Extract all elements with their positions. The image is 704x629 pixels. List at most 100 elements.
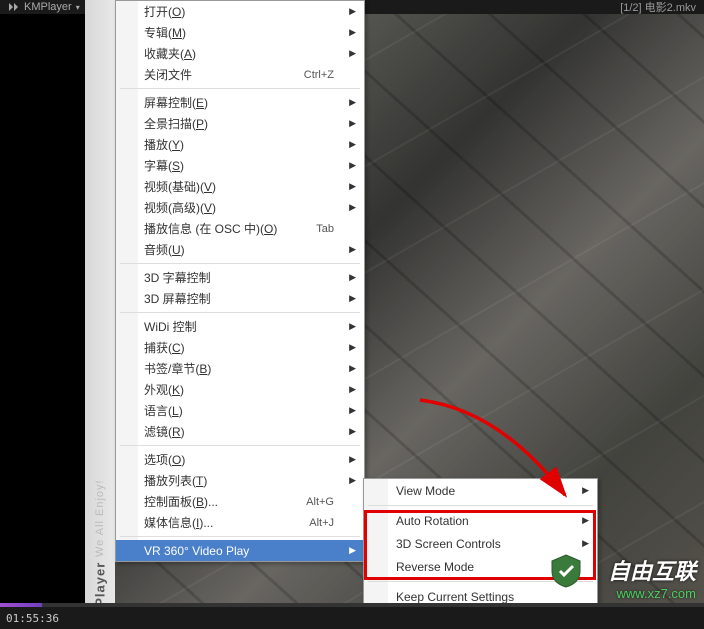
chevron-right-icon: ▶: [349, 454, 356, 465]
menu-item-27[interactable]: 媒体信息(I)...Alt+J: [116, 512, 364, 533]
menu-item-label: 外观(K): [144, 381, 184, 398]
submenu-item-label: Reverse Mode: [396, 560, 474, 574]
chevron-right-icon: ▶: [349, 342, 356, 353]
submenu-item-label: Auto Rotation: [396, 514, 469, 528]
time-display: 01:55:36: [6, 612, 59, 625]
menu-item-label: 3D 字幕控制: [144, 269, 211, 286]
titlebar-left: KMPlayer ▾: [8, 1, 80, 13]
menu-item-11[interactable]: 播放信息 (在 OSC 中)(O) Tab: [116, 218, 364, 239]
menu-item-25[interactable]: 播放列表(T) ▶: [116, 470, 364, 491]
menu-item-9[interactable]: 视频(基础)(V) ▶: [116, 176, 364, 197]
menu-item-label: 视频(基础)(V): [144, 178, 216, 195]
menu-item-label: 收藏夹(A): [144, 45, 196, 62]
chevron-right-icon: ▶: [582, 538, 589, 549]
menu-item-6[interactable]: 全景扫描(P)▶: [116, 113, 364, 134]
chevron-right-icon: ▶: [349, 321, 356, 332]
menu-separator: [120, 312, 360, 313]
current-file-label: [1/2] 电影2.mkv: [620, 0, 696, 15]
menu-item-22[interactable]: 滤镜(R) ▶: [116, 421, 364, 442]
chevron-right-icon: ▶: [349, 48, 356, 59]
menu-item-label: 打开(O): [144, 3, 185, 20]
video-left-letterbox: [0, 14, 85, 607]
menu-item-label: 控制面板(B)...: [144, 493, 218, 510]
menu-item-label: 播放列表(T): [144, 472, 207, 489]
chevron-right-icon: ▶: [349, 426, 356, 437]
menu-item-26[interactable]: 控制面板(B)... Alt+G: [116, 491, 364, 512]
menu-item-24[interactable]: 选项(O) ▶: [116, 449, 364, 470]
submenu-item-label: View Mode: [396, 484, 455, 498]
dropdown-icon[interactable]: ▾: [76, 3, 80, 12]
submenu-item-label: 3D Screen Controls: [396, 537, 501, 551]
menu-item-label: 语言(L): [144, 402, 183, 419]
chevron-right-icon: ▶: [349, 405, 356, 416]
chevron-right-icon: ▶: [349, 363, 356, 374]
chevron-right-icon: ▶: [582, 485, 589, 496]
menu-item-label: 屏幕控制(E): [144, 94, 208, 111]
menu-item-18[interactable]: 捕获(C) ▶: [116, 337, 364, 358]
menu-separator: [120, 88, 360, 89]
submenu-item-label: Keep Current Settings: [396, 590, 514, 604]
submenu-item-2[interactable]: Auto Rotation ▶: [364, 509, 597, 532]
chevron-right-icon: ▶: [349, 160, 356, 171]
menu-item-label: 专辑(M): [144, 24, 186, 41]
chevron-right-icon: ▶: [349, 475, 356, 486]
menu-item-label: 3D 屏幕控制: [144, 290, 211, 307]
context-menu: 打开(O)▶专辑(M)▶收藏夹(A)▶关闭文件Ctrl+Z屏幕控制(E)▶全景扫…: [115, 0, 365, 562]
menu-item-10[interactable]: 视频(高级)(V) ▶: [116, 197, 364, 218]
menu-item-5[interactable]: 屏幕控制(E) ▶: [116, 92, 364, 113]
menu-item-0[interactable]: 打开(O)▶: [116, 1, 364, 22]
app-logo-icon: [8, 2, 20, 12]
submenu-item-0[interactable]: View Mode ▶: [364, 479, 597, 502]
chevron-right-icon: ▶: [349, 384, 356, 395]
menu-item-label: 关闭文件: [144, 66, 192, 83]
menu-item-label: 播放(Y): [144, 136, 184, 153]
menu-item-label: WiDi 控制: [144, 318, 197, 335]
menu-item-3[interactable]: 关闭文件 Ctrl+Z: [116, 64, 364, 85]
menu-item-2[interactable]: 收藏夹(A) ▶: [116, 43, 364, 64]
menu-item-shortcut: Ctrl+Z: [304, 69, 334, 81]
menu-item-label: 书签/章节(B): [144, 360, 211, 377]
menu-item-14[interactable]: 3D 字幕控制 ▶: [116, 267, 364, 288]
menu-item-label: 字幕(S): [144, 157, 184, 174]
chevron-right-icon: ▶: [349, 97, 356, 108]
chevron-right-icon: ▶: [349, 545, 356, 556]
menu-item-21[interactable]: 语言(L) ▶: [116, 400, 364, 421]
chevron-right-icon: ▶: [349, 272, 356, 283]
menu-item-12[interactable]: 音频(U) ▶: [116, 239, 364, 260]
menu-item-7[interactable]: 播放(Y) ▶: [116, 134, 364, 155]
chevron-right-icon: ▶: [349, 244, 356, 255]
app-name: KMPlayer: [24, 1, 72, 13]
menu-item-shortcut: Tab: [316, 223, 334, 235]
chevron-right-icon: ▶: [349, 202, 356, 213]
submenu-item-3[interactable]: 3D Screen Controls ▶: [364, 532, 597, 555]
bottombar: 01:55:36: [0, 607, 704, 629]
menu-separator: [120, 263, 360, 264]
menu-item-label: 视频(高级)(V): [144, 199, 216, 216]
chevron-right-icon: ▶: [349, 293, 356, 304]
side-brand-label: KMPlayer We All Enjoy!: [85, 0, 115, 629]
menu-item-label: 音频(U): [144, 241, 185, 258]
menu-item-label: 选项(O): [144, 451, 185, 468]
menu-item-label: VR 360° Video Play: [144, 544, 249, 558]
menu-separator: [120, 445, 360, 446]
menu-item-label: 捕获(C): [144, 339, 185, 356]
chevron-right-icon: ▶: [349, 27, 356, 38]
menu-item-label: 媒体信息(I)...: [144, 514, 213, 531]
submenu-separator: [368, 505, 593, 506]
menu-item-label: 全景扫描(P): [144, 115, 208, 132]
chevron-right-icon: ▶: [582, 515, 589, 526]
chevron-right-icon: ▶: [349, 181, 356, 192]
vr-submenu: View Mode▶Auto Rotation▶3D Screen Contro…: [363, 478, 598, 609]
menu-item-15[interactable]: 3D 屏幕控制 ▶: [116, 288, 364, 309]
menu-item-label: 滤镜(R): [144, 423, 185, 440]
menu-item-1[interactable]: 专辑(M) ▶: [116, 22, 364, 43]
menu-item-8[interactable]: 字幕(S) ▶: [116, 155, 364, 176]
menu-item-20[interactable]: 外观(K) ▶: [116, 379, 364, 400]
menu-item-17[interactable]: WiDi 控制 ▶: [116, 316, 364, 337]
menu-item-shortcut: Alt+G: [306, 496, 334, 508]
menu-separator: [120, 536, 360, 537]
chevron-right-icon: ▶: [349, 139, 356, 150]
menu-item-label: 播放信息 (在 OSC 中)(O): [144, 220, 277, 237]
menu-item-29[interactable]: VR 360° Video Play ▶: [116, 540, 364, 561]
menu-item-19[interactable]: 书签/章节(B) ▶: [116, 358, 364, 379]
